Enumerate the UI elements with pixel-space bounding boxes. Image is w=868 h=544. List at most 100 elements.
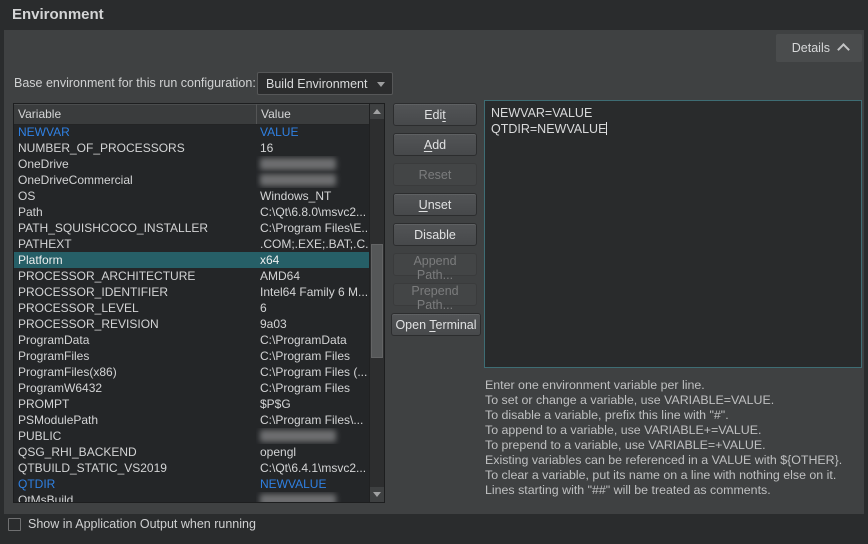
table-row[interactable]: ProgramDataC:\ProgramData (14, 332, 370, 348)
variable-value: C:\Program Files (... (256, 364, 370, 380)
table-row[interactable]: PROMPT$P$G (14, 396, 370, 412)
variable-name: QSG_RHI_BACKEND (14, 444, 256, 460)
table-row[interactable]: PSModulePathC:\Program Files\... (14, 412, 370, 428)
append-path-button: Append Path... (393, 253, 477, 276)
help-text: Enter one environment variable per line.… (485, 378, 863, 498)
details-button[interactable]: Details (776, 34, 862, 62)
table-row[interactable]: QSG_RHI_BACKENDopengl (14, 444, 370, 460)
batch-edit-textarea[interactable]: NEWVAR=VALUEQTDIR=NEWVALUE (484, 100, 862, 368)
variable-value: C:\Qt\6.8.0\msvc2... (256, 204, 370, 220)
table-row[interactable]: OSWindows_NT (14, 188, 370, 204)
variable-value: C:\Program Files (256, 348, 370, 364)
variable-value: C:\ProgramData (256, 332, 370, 348)
variable-value: C:\Program Files (256, 380, 370, 396)
variable-value: 9a03 (256, 316, 370, 332)
show-in-output-option: Show in Application Output when running (8, 517, 256, 531)
variable-name: OneDrive (14, 156, 256, 172)
table-row[interactable]: PROCESSOR_IDENTIFIERIntel64 Family 6 M..… (14, 284, 370, 300)
variable-value (256, 172, 370, 188)
prepend-path-button: Prepend Path... (393, 283, 477, 306)
base-environment-label: Base environment for this run configurat… (14, 72, 256, 95)
table-row[interactable]: NUMBER_OF_PROCESSORS16 (14, 140, 370, 156)
table-row[interactable]: PUBLIC (14, 428, 370, 444)
show-in-output-checkbox[interactable] (8, 518, 21, 531)
table-row[interactable]: PathC:\Qt\6.8.0\msvc2... (14, 204, 370, 220)
variable-name: QTBUILD_STATIC_VS2019 (14, 460, 256, 476)
variable-name: ProgramFiles(x86) (14, 364, 256, 380)
variable-name: PROMPT (14, 396, 256, 412)
variable-name: PROCESSOR_ARCHITECTURE (14, 268, 256, 284)
table-row[interactable]: PROCESSOR_REVISION9a03 (14, 316, 370, 332)
variable-value (256, 156, 370, 172)
help-line: Enter one environment variable per line. (485, 378, 863, 393)
scroll-up-button[interactable] (370, 104, 384, 119)
help-line: To disable a variable, prefix this line … (485, 408, 863, 423)
variable-name: NUMBER_OF_PROCESSORS (14, 140, 256, 156)
redacted-value (260, 158, 336, 170)
variable-name: PROCESSOR_LEVEL (14, 300, 256, 316)
base-environment-select[interactable]: Build Environment (257, 72, 393, 95)
variable-name: QtMsBuild (14, 492, 256, 502)
help-line: Lines starting with "##" will be treated… (485, 483, 863, 498)
column-header-value[interactable]: Value (256, 104, 370, 124)
table-row[interactable]: QtMsBuild (14, 492, 370, 502)
add-button[interactable]: Add (393, 133, 477, 156)
variable-value: 6 (256, 300, 370, 316)
variable-value: opengl (256, 444, 370, 460)
open-terminal-button[interactable]: Open Terminal (391, 313, 481, 336)
variable-name: PROCESSOR_REVISION (14, 316, 256, 332)
table-row[interactable]: QTDIRNEWVALUE (14, 476, 370, 492)
scrollbar-thumb[interactable] (371, 244, 383, 358)
table-row[interactable]: OneDrive (14, 156, 370, 172)
scroll-down-arrow-icon (373, 492, 381, 497)
text-cursor (606, 122, 607, 135)
dropdown-arrow-icon (377, 82, 385, 87)
table-header: Variable Value (14, 104, 370, 125)
table-row[interactable]: ProgramFilesC:\Program Files (14, 348, 370, 364)
unset-button[interactable]: Unset (393, 193, 477, 216)
table-row[interactable]: ProgramFiles(x86)C:\Program Files (... (14, 364, 370, 380)
table-row[interactable]: PATH_SQUISHCOCO_INSTALLERC:\Program File… (14, 220, 370, 236)
variable-name: Platform (14, 252, 256, 268)
variable-name: PATHEXT (14, 236, 256, 252)
redacted-value (260, 494, 336, 502)
variable-name: Path (14, 204, 256, 220)
column-header-variable[interactable]: Variable (14, 104, 256, 124)
editor-line: NEWVAR=VALUE (491, 105, 855, 121)
details-button-label: Details (792, 41, 830, 55)
disable-button[interactable]: Disable (393, 223, 477, 246)
table-row[interactable]: PROCESSOR_LEVEL6 (14, 300, 370, 316)
variable-name: ProgramFiles (14, 348, 256, 364)
table-row[interactable]: ProgramW6432C:\Program Files (14, 380, 370, 396)
scroll-down-button[interactable] (370, 487, 384, 502)
variable-name: NEWVAR (14, 124, 256, 140)
table-scrollbar[interactable] (369, 104, 384, 502)
variable-value: .COM;.EXE;.BAT;.C... (256, 236, 370, 252)
variable-value: C:\Program Files\... (256, 412, 370, 428)
variable-value: VALUE (256, 124, 370, 140)
table-row[interactable]: Platformx64 (14, 252, 370, 268)
help-line: To set or change a variable, use VARIABL… (485, 393, 863, 408)
variable-value: 16 (256, 140, 370, 156)
variable-value: C:\Program Files\E... (256, 220, 370, 236)
table-row[interactable]: QTBUILD_STATIC_VS2019C:\Qt\6.4.1\msvc2..… (14, 460, 370, 476)
table-row[interactable]: OneDriveCommercial (14, 172, 370, 188)
variable-value (256, 428, 370, 444)
edit-button[interactable]: Edit (393, 103, 477, 126)
help-line: To append to a variable, use VARIABLE+=V… (485, 423, 863, 438)
variable-name: PUBLIC (14, 428, 256, 444)
environment-details-panel: Details Base environment for this run co… (4, 30, 864, 514)
variable-name: OS (14, 188, 256, 204)
variable-value: C:\Qt\6.4.1\msvc2... (256, 460, 370, 476)
redacted-value (260, 430, 336, 442)
table-row[interactable]: PATHEXT.COM;.EXE;.BAT;.C... (14, 236, 370, 252)
table-row[interactable]: PROCESSOR_ARCHITECTUREAMD64 (14, 268, 370, 284)
table-row[interactable]: NEWVARVALUE (14, 124, 370, 140)
chevron-up-icon (837, 43, 850, 56)
show-in-output-label: Show in Application Output when running (28, 517, 256, 531)
help-line: To clear a variable, put its name on a l… (485, 468, 863, 483)
variable-name: ProgramW6432 (14, 380, 256, 396)
variable-name: PSModulePath (14, 412, 256, 428)
help-line: To prepend to a variable, use VARIABLE=+… (485, 438, 863, 453)
environment-variables-table: Variable Value NEWVARVALUENUMBER_OF_PROC… (13, 103, 385, 503)
